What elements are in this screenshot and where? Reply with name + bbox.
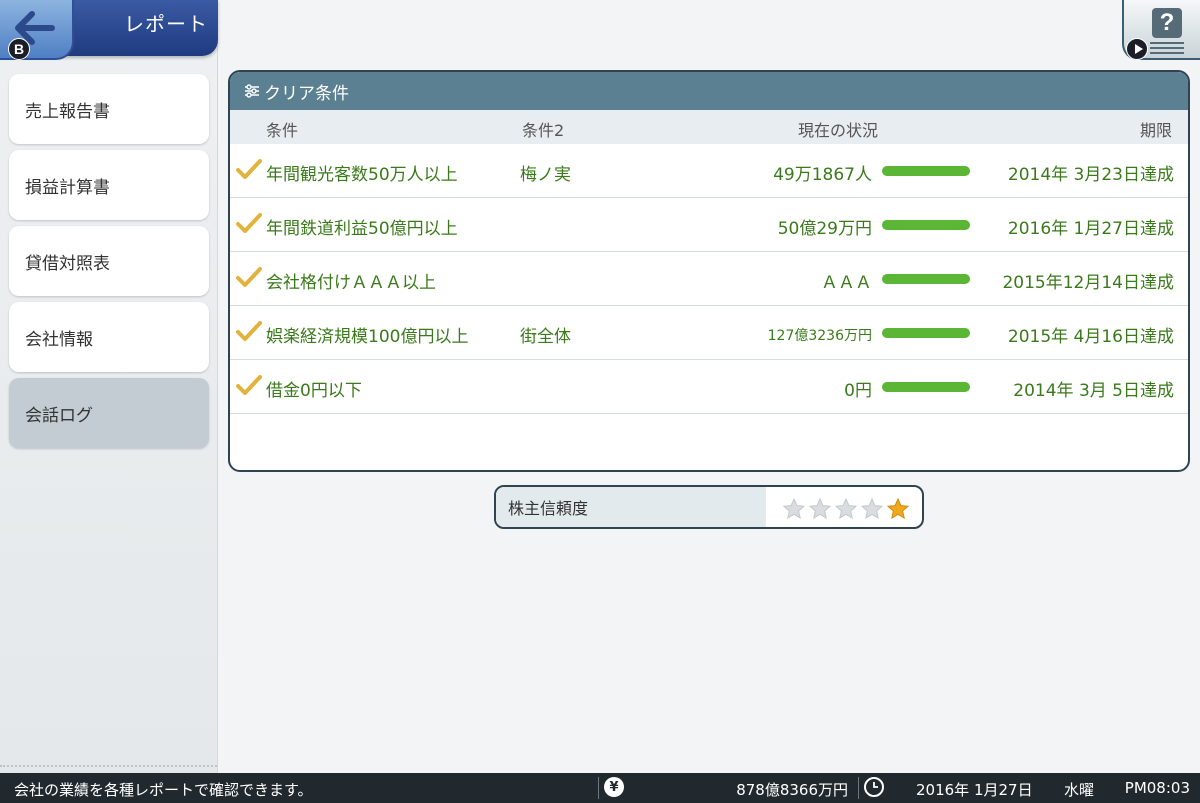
panel-title: クリア条件 [264, 83, 349, 104]
sidebar-item-label: 貸借対照表 [25, 253, 110, 274]
table-row: 年間鉄道利益50億円以上 50億29万円 2016年 1月27日達成 [230, 198, 1188, 252]
table-row: 娯楽経済規模100億円以上 街全体 127億3236万円 2015年 4月16日… [230, 306, 1188, 360]
condition-text: 年間鉄道利益50億円以上 [266, 219, 458, 239]
sidebar: レポート B 売上報告書 損益計算書 貸借対照表 会社情報 会話ログ [0, 0, 218, 773]
condition2-text: 街全体 [520, 327, 571, 347]
progress-bar [882, 382, 970, 392]
star-empty-icon [834, 497, 858, 520]
sidebar-item-sales-report[interactable]: 売上報告書 [9, 74, 209, 144]
sidebar-item-income-statement[interactable]: 損益計算書 [9, 150, 209, 220]
progress-bar [882, 166, 970, 176]
sidebar-item-conversation-log[interactable]: 会話ログ [9, 378, 209, 448]
help-question-icon: ? [1152, 8, 1182, 38]
deadline-text: 2014年 3月 5日達成 [1013, 381, 1174, 401]
star-filled-icon [886, 497, 910, 520]
progress-bar [882, 328, 970, 338]
shareholder-trust: 株主信頼度 [494, 485, 924, 529]
progress-fill [882, 220, 970, 230]
status-bar: 会社の業績を各種レポートで確認できます。 ¥ 878億8366万円 2016年 … [0, 773, 1200, 803]
condition2-text: 梅ノ実 [520, 165, 571, 185]
table-row: 借金0円以下 0円 2014年 3月 5日達成 [230, 360, 1188, 414]
progress-bar [882, 274, 970, 284]
funds-value: 878億8366万円 [736, 781, 848, 799]
star-empty-icon [808, 497, 832, 520]
status-value: 49万1867人 [773, 165, 872, 185]
deadline-text: 2014年 3月23日達成 [1007, 165, 1174, 185]
table-row: 会社格付けＡＡＡ以上 ＡＡＡ 2015年12月14日達成 [230, 252, 1188, 306]
progress-bar [882, 220, 970, 230]
checkmark-icon [236, 267, 262, 287]
deadline-text: 2015年 4月16日達成 [1007, 327, 1174, 347]
status-value: 0円 [844, 381, 872, 401]
play-button-badge-icon [1126, 38, 1148, 60]
checkmark-icon [236, 159, 262, 179]
back-button[interactable]: B [0, 0, 74, 60]
sidebar-item-label: 会社情報 [25, 329, 93, 350]
deadline-text: 2015年12月14日達成 [1002, 273, 1174, 293]
shareholder-trust-label: 株主信頼度 [496, 487, 766, 527]
manual-lines-icon [1150, 42, 1184, 54]
help-button[interactable]: ? [1122, 0, 1200, 60]
b-button-badge: B [8, 38, 30, 60]
time-value: PM08:03 [1124, 779, 1190, 797]
weekday-value: 水曜 [1064, 781, 1095, 799]
checkmark-icon [236, 213, 262, 233]
table-header: 条件 条件2 現在の状況 期限 [230, 110, 1188, 144]
sidebar-item-label: 損益計算書 [25, 177, 110, 198]
condition-text: 娯楽経済規模100億円以上 [266, 327, 469, 347]
filter-sliders-icon [245, 84, 259, 98]
deadline-text: 2016年 1月27日達成 [1007, 219, 1174, 239]
clear-conditions-panel: クリア条件 条件 条件2 現在の状況 期限 年間観光客数50万人以上 梅ノ実 4… [228, 70, 1190, 472]
condition-text: 年間観光客数50万人以上 [266, 165, 458, 185]
table-row: 年間観光客数50万人以上 梅ノ実 49万1867人 2014年 3月23日達成 [230, 144, 1188, 198]
status-divider [598, 777, 599, 799]
checkmark-icon [236, 375, 262, 395]
status-value: 50億29万円 [777, 219, 872, 239]
clock-icon [864, 777, 884, 797]
col-status: 現在の状況 [798, 121, 879, 140]
condition-text: 借金0円以下 [266, 381, 362, 401]
status-value: 127億3236万円 [767, 328, 872, 344]
col-deadline: 期限 [1139, 121, 1172, 140]
progress-fill [882, 382, 970, 392]
progress-fill [882, 166, 970, 176]
star-empty-icon [860, 497, 884, 520]
progress-fill [882, 328, 970, 338]
sidebar-item-company-info[interactable]: 会社情報 [9, 302, 209, 372]
checkmark-icon [236, 321, 262, 341]
panel-header: クリア条件 [230, 72, 1188, 110]
col-condition: 条件 [266, 121, 299, 140]
condition-text: 会社格付けＡＡＡ以上 [266, 273, 436, 293]
star-empty-icon [782, 497, 806, 520]
col-condition2: 条件2 [522, 121, 565, 140]
status-message: 会社の業績を各種レポートで確認できます。 [14, 781, 313, 799]
sidebar-item-label: 会話ログ [25, 405, 93, 426]
star-rating [782, 497, 910, 521]
status-divider [858, 777, 859, 799]
date-value: 2016年 1月27日 [916, 781, 1033, 799]
progress-fill [882, 274, 970, 284]
page-title: レポート [124, 12, 208, 36]
sidebar-item-label: 売上報告書 [25, 101, 110, 122]
yen-icon: ¥ [604, 777, 624, 797]
sidebar-item-balance-sheet[interactable]: 貸借対照表 [9, 226, 209, 296]
status-value: ＡＡＡ [821, 273, 872, 293]
